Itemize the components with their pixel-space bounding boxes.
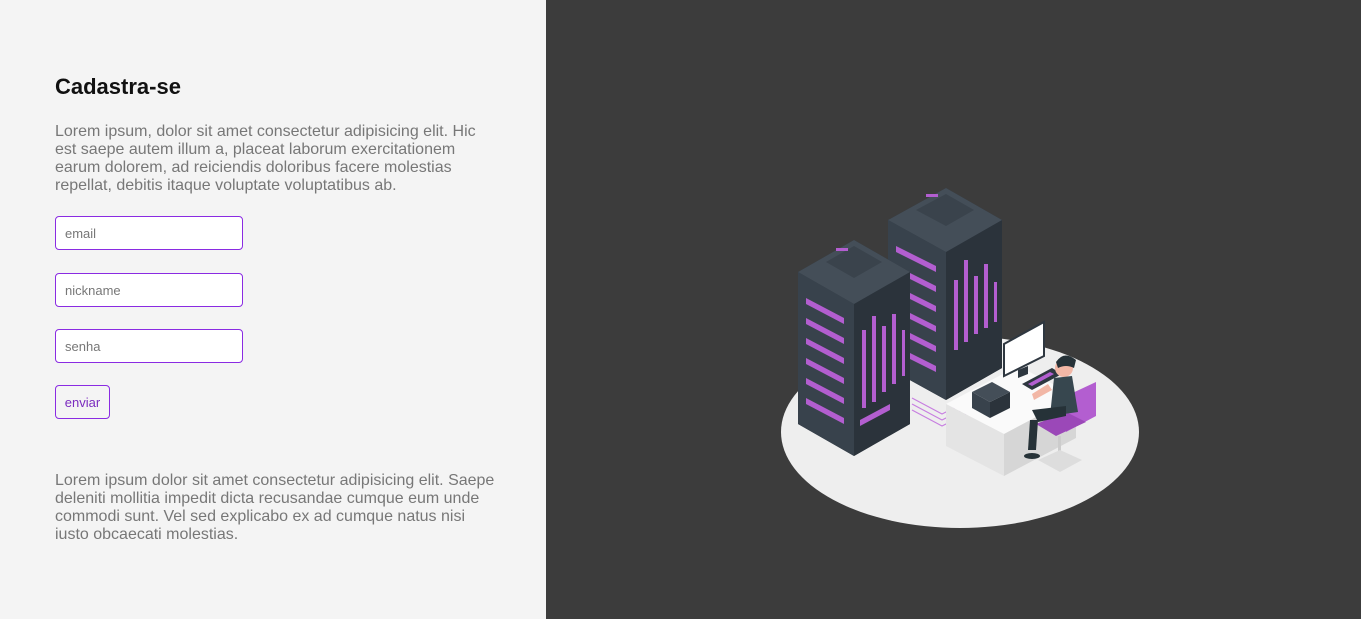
signup-panel: Cadastra-se Lorem ipsum, dolor sit amet … (0, 0, 546, 619)
illustration-panel (546, 0, 1361, 619)
page-title: Cadastra-se (55, 74, 181, 99)
submit-button[interactable]: enviar (55, 385, 110, 419)
outro-text: Lorem ipsum dolor sit amet consectetur a… (55, 472, 495, 543)
password-input[interactable] (55, 329, 243, 363)
intro-text: Lorem ipsum, dolor sit amet consectetur … (55, 123, 476, 194)
server-room-illustration (781, 188, 1139, 528)
server-tower-front (798, 240, 910, 456)
page: Cadastra-se Lorem ipsum, dolor sit amet … (0, 0, 1361, 619)
nickname-input[interactable] (55, 273, 243, 307)
email-input[interactable] (55, 216, 243, 250)
